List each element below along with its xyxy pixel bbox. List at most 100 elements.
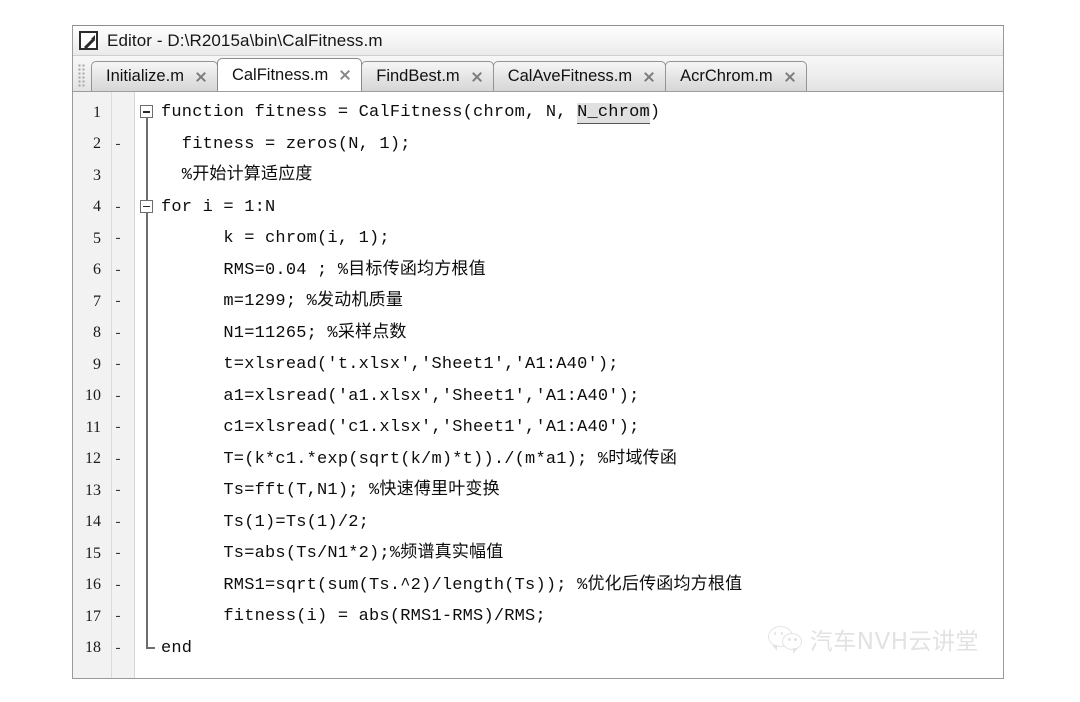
code-line-6[interactable]: RMS=0.04 ; %目标传函均方根值 <box>135 254 1003 286</box>
breakpoint-marker[interactable]: - <box>106 293 130 310</box>
code-line-5[interactable]: k = chrom(i, 1); <box>135 223 1003 255</box>
tab-calfitness[interactable]: CalFitness.m <box>216 58 363 91</box>
fold-gutter[interactable] <box>135 569 161 601</box>
fold-collapse-icon[interactable] <box>140 105 153 118</box>
breakpoint-marker[interactable]: - <box>106 230 130 247</box>
code-line-7[interactable]: m=1299; %发动机质量 <box>135 286 1003 318</box>
code-line-18[interactable]: end <box>135 632 1003 665</box>
gutter-row: 6- <box>73 255 134 287</box>
breakpoint-marker[interactable]: - <box>106 545 130 562</box>
breakpoint-marker[interactable]: - <box>106 262 130 279</box>
tab-calavefitness[interactable]: CalAveFitness.m <box>492 61 667 91</box>
fold-collapse-icon[interactable] <box>140 199 153 213</box>
breakpoint-marker[interactable]: - <box>106 514 130 531</box>
tab-findbest[interactable]: FindBest.m <box>361 61 494 91</box>
fold-gutter[interactable] <box>135 254 161 286</box>
code-line-2[interactable]: fitness = zeros(N, 1); <box>135 128 1003 160</box>
line-number: 5 <box>93 229 101 247</box>
fold-gutter[interactable] <box>135 380 161 412</box>
code-line-8[interactable]: N1=11265; %采样点数 <box>135 317 1003 349</box>
code-text-column[interactable]: function fitness = CalFitness(chrom, N, … <box>135 92 1003 678</box>
code-line-15[interactable]: Ts=abs(Ts/N1*2);%频谱真实幅值 <box>135 538 1003 570</box>
line-number-gutter[interactable]: 1 2- 3 4- 5- 6- 7- 8- 9- 10- 11- 12- 13-… <box>73 92 135 678</box>
code-line-9[interactable]: t=xlsread('t.xlsx','Sheet1','A1:A40'); <box>135 349 1003 381</box>
breakpoint-marker[interactable]: - <box>106 388 130 405</box>
line-number: 15 <box>85 544 101 562</box>
tab-acrchrom[interactable]: AcrChrom.m <box>665 61 807 91</box>
close-icon[interactable] <box>470 70 484 84</box>
code-text: m=1299; %发动机质量 <box>161 292 404 312</box>
code-line-1[interactable]: function fitness = CalFitness(chrom, N, … <box>135 97 1003 129</box>
line-number: 3 <box>93 166 101 184</box>
close-icon[interactable] <box>194 70 208 84</box>
code-line-13[interactable]: Ts=fft(T,N1); %快速傅里叶变换 <box>135 475 1003 507</box>
code-editor-area[interactable]: 1 2- 3 4- 5- 6- 7- 8- 9- 10- 11- 12- 13-… <box>73 92 1003 678</box>
line-number: 6 <box>93 261 101 279</box>
matlab-editor-window: Editor - D:\R2015a\bin\CalFitness.m Init… <box>72 25 1004 679</box>
gutter-row: 7- <box>73 286 134 318</box>
line-number: 10 <box>85 387 101 405</box>
close-icon[interactable] <box>642 70 656 84</box>
fold-gutter[interactable] <box>135 286 161 318</box>
code-text: RMS1=sqrt(sum(Ts.^2)/length(Ts)); %优化后传函… <box>161 575 743 595</box>
close-icon[interactable] <box>783 70 797 84</box>
line-number: 17 <box>85 607 101 625</box>
tab-strip-drag-handle[interactable] <box>78 64 87 88</box>
fold-line <box>146 286 148 318</box>
gutter-row: 1 <box>73 97 134 129</box>
fold-line <box>146 223 148 255</box>
code-text: %开始计算适应度 <box>161 166 313 186</box>
fold-gutter[interactable] <box>135 412 161 444</box>
breakpoint-marker[interactable]: - <box>106 136 130 153</box>
close-icon[interactable] <box>338 68 352 82</box>
code-line-12[interactable]: T=(k*c1.*exp(sqrt(k/m)*t))./(m*a1); %时域传… <box>135 443 1003 475</box>
code-line-11[interactable]: c1=xlsread('c1.xlsx','Sheet1','A1:A40'); <box>135 412 1003 444</box>
gutter-row: 12- <box>73 444 134 476</box>
breakpoint-marker[interactable]: - <box>106 199 130 216</box>
fold-line <box>146 443 148 475</box>
fold-gutter[interactable] <box>135 191 161 223</box>
fold-gutter[interactable] <box>135 128 161 160</box>
gutter-row: 15- <box>73 538 134 570</box>
fold-line <box>146 538 148 570</box>
fold-gutter[interactable] <box>135 632 161 665</box>
tab-strip: Initialize.m CalFitness.m FindBest.m Cal… <box>73 56 1003 92</box>
tab-label: Initialize.m <box>106 67 184 85</box>
code-line-3[interactable]: %开始计算适应度 <box>135 160 1003 192</box>
gutter-row: 17- <box>73 601 134 633</box>
breakpoint-marker[interactable]: - <box>106 640 130 657</box>
fold-gutter[interactable] <box>135 160 161 192</box>
fold-gutter[interactable] <box>135 506 161 538</box>
code-line-4[interactable]: for i = 1:N <box>135 191 1003 223</box>
code-line-10[interactable]: a1=xlsread('a1.xlsx','Sheet1','A1:A40'); <box>135 380 1003 412</box>
breakpoint-marker[interactable]: - <box>106 608 130 625</box>
code-line-14[interactable]: Ts(1)=Ts(1)/2; <box>135 506 1003 538</box>
breakpoint-marker[interactable]: - <box>106 577 130 594</box>
code-line-17[interactable]: fitness(i) = abs(RMS1-RMS)/RMS; <box>135 601 1003 633</box>
breakpoint-marker[interactable]: - <box>106 356 130 373</box>
fold-line <box>146 601 148 633</box>
code-text: Ts=abs(Ts/N1*2);%频谱真实幅值 <box>161 544 504 564</box>
fold-gutter[interactable] <box>135 475 161 507</box>
fold-gutter[interactable] <box>135 443 161 475</box>
code-line-16[interactable]: RMS1=sqrt(sum(Ts.^2)/length(Ts)); %优化后传函… <box>135 569 1003 601</box>
fold-gutter[interactable] <box>135 223 161 255</box>
breakpoint-marker[interactable]: - <box>106 325 130 342</box>
gutter-row: 16- <box>73 570 134 602</box>
breakpoint-marker[interactable]: - <box>106 482 130 499</box>
line-number: 4 <box>93 198 101 216</box>
fold-line <box>146 212 148 223</box>
line-number: 9 <box>93 355 101 373</box>
fold-gutter[interactable] <box>135 317 161 349</box>
tab-initialize[interactable]: Initialize.m <box>91 61 218 91</box>
fold-gutter[interactable] <box>135 601 161 633</box>
fold-gutter[interactable] <box>135 97 161 129</box>
breakpoint-marker[interactable]: - <box>106 419 130 436</box>
breakpoint-marker[interactable]: - <box>106 451 130 468</box>
code-text: function fitness = CalFitness(chrom, N, … <box>161 103 661 125</box>
fold-gutter[interactable] <box>135 349 161 381</box>
fold-gutter[interactable] <box>135 538 161 570</box>
gutter-row: 18- <box>73 633 134 665</box>
code-text: c1=xlsread('c1.xlsx','Sheet1','A1:A40'); <box>161 418 640 438</box>
fold-line <box>146 160 148 192</box>
